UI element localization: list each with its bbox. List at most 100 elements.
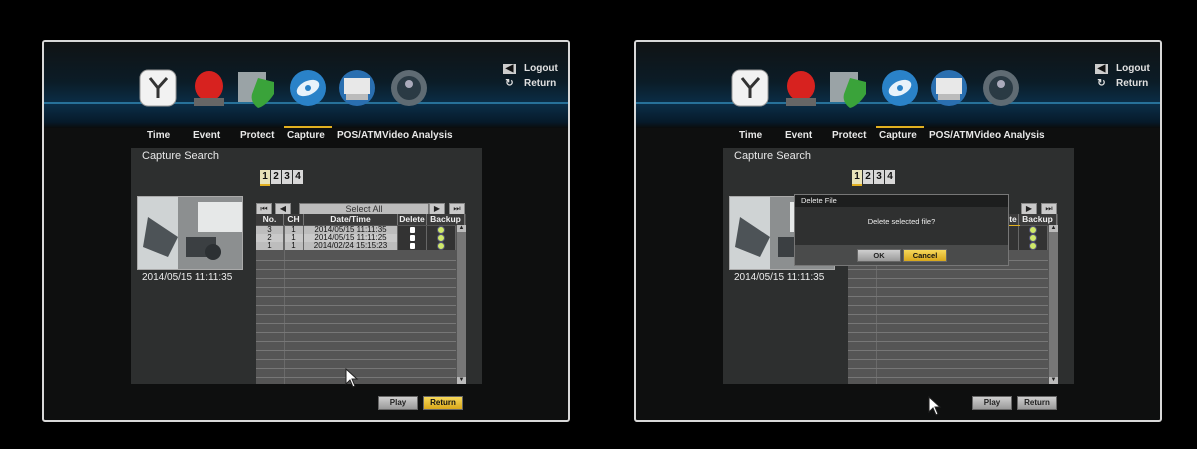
atm-icon (339, 70, 375, 106)
table-scrollbar[interactable]: ▲ ▼ (1048, 225, 1058, 384)
capture-search-panel: Capture Search 1 2 3 4 2014/05/15 11:11:… (131, 148, 482, 384)
active-tab-underline (876, 126, 924, 128)
return-label: Return (524, 78, 557, 89)
logout-label: Logout (1116, 63, 1150, 74)
menu-capture[interactable] (287, 68, 329, 108)
menu-video-analysis[interactable] (388, 68, 430, 108)
page-title: Capture Search (142, 150, 220, 162)
channel-tab-3[interactable]: 3 (874, 170, 884, 184)
backup-cell[interactable] (427, 226, 456, 234)
siren-icon (194, 71, 224, 106)
channel-tab-2[interactable]: 2 (271, 170, 281, 184)
capture-thumbnail (137, 196, 243, 270)
backup-cell[interactable] (1019, 226, 1048, 234)
channel-tab-3[interactable]: 3 (282, 170, 292, 184)
return-link[interactable]: ↻ Return (1095, 78, 1148, 89)
logout-icon: ◀ (503, 63, 516, 74)
trash-icon (409, 234, 415, 241)
dvr-window-left: Time Event Protect Capture POS/ATM Video… (42, 40, 570, 422)
clock-icon (731, 69, 769, 107)
backup-icon (437, 242, 445, 250)
active-tab-underline (284, 126, 332, 128)
table-row[interactable]: 1 1 2014/02/24 15:15:23 (256, 242, 456, 250)
cell-ch: 1 (284, 242, 304, 250)
menu-label-posatm: POS/ATM (929, 130, 974, 141)
menu-posatm[interactable] (928, 68, 970, 108)
dialog-title: Delete File (795, 195, 1008, 207)
delete-file-dialog: Delete File Delete selected file? OK Can… (794, 194, 1009, 266)
channel-tab-4[interactable]: 4 (885, 170, 895, 184)
mouse-cursor-icon (345, 368, 359, 388)
menu-label-capture: Capture (287, 130, 325, 141)
menu-posatm[interactable] (336, 68, 378, 108)
page-title: Capture Search (734, 150, 812, 162)
menu-protect[interactable] (828, 68, 870, 108)
delete-cell[interactable] (398, 234, 427, 242)
channel-tab-2[interactable]: 2 (863, 170, 873, 184)
backup-cell[interactable] (427, 242, 456, 250)
menu-label-time: Time (147, 130, 171, 141)
menu-event[interactable] (780, 68, 822, 108)
shield-icon (238, 72, 274, 108)
menu-protect[interactable] (236, 68, 278, 108)
scroll-up-icon[interactable]: ▲ (1049, 225, 1058, 232)
disc-icon (290, 70, 326, 106)
return-button[interactable]: Return (1017, 396, 1057, 410)
menu-time[interactable] (729, 68, 771, 108)
ok-button[interactable]: OK (857, 249, 901, 262)
play-button[interactable]: Play (972, 396, 1012, 410)
menu-label-event: Event (785, 130, 813, 141)
logout-link[interactable]: ◀ Logout (503, 63, 558, 74)
backup-icon (1029, 234, 1037, 242)
menu-label-protect: Protect (240, 130, 275, 141)
backup-cell[interactable] (1019, 234, 1048, 242)
delete-cell[interactable] (398, 242, 427, 250)
thumbnail-timestamp: 2014/05/15 11:11:35 (142, 272, 233, 283)
siren-icon (786, 71, 816, 106)
backup-cell[interactable] (1019, 242, 1048, 250)
menu-label-video-analysis: Video Analysis (382, 130, 453, 141)
channel-tab-1[interactable]: 1 (260, 170, 270, 186)
return-label: Return (1116, 78, 1149, 89)
table-scrollbar[interactable]: ▲ ▼ (456, 225, 466, 384)
return-link[interactable]: ↻ Return (503, 78, 556, 89)
menu-video-analysis[interactable] (980, 68, 1022, 108)
menu-label-posatm: POS/ATM (337, 130, 382, 141)
clock-icon (139, 69, 177, 107)
channel-tab-1[interactable]: 1 (852, 170, 862, 186)
scroll-down-icon[interactable]: ▼ (457, 377, 466, 384)
col-backup: Backup (1019, 214, 1057, 225)
channel-tab-4[interactable]: 4 (293, 170, 303, 184)
shield-icon (830, 72, 866, 108)
col-backup: Backup (427, 214, 465, 225)
scroll-up-icon[interactable]: ▲ (457, 225, 466, 232)
menu-event[interactable] (188, 68, 230, 108)
logout-icon: ◀ (1095, 63, 1108, 74)
backup-icon (1029, 242, 1037, 250)
scroll-down-icon[interactable]: ▼ (1049, 377, 1058, 384)
col-datetime: Date/Time (304, 214, 398, 225)
col-delete: Delete (398, 214, 427, 225)
col-no: No. (256, 214, 284, 225)
backup-cell[interactable] (427, 234, 456, 242)
trash-icon (409, 226, 415, 233)
thumbnail-timestamp: 2014/05/15 11:11:35 (734, 272, 825, 283)
dialog-message: Delete selected file? (867, 217, 936, 226)
return-button[interactable]: Return (423, 396, 463, 410)
menu-label-time: Time (739, 130, 763, 141)
disc-icon (882, 70, 918, 106)
logout-link[interactable]: ◀ Logout (1095, 63, 1150, 74)
channel-tabs: 1 2 3 4 (260, 170, 304, 186)
analysis-icon (983, 70, 1019, 106)
channel-tabs: 1 2 3 4 (852, 170, 896, 186)
menu-time[interactable] (137, 68, 179, 108)
col-ch: CH (284, 214, 304, 225)
cancel-button[interactable]: Cancel (903, 249, 947, 262)
delete-cell[interactable] (398, 226, 427, 234)
dvr-window-right: Time Event Protect Capture POS/ATM Video… (634, 40, 1162, 422)
menu-capture[interactable] (879, 68, 921, 108)
dialog-button-bar: OK Cancel (795, 245, 1008, 265)
play-button[interactable]: Play (378, 396, 418, 410)
refresh-icon: ↻ (505, 78, 514, 89)
analysis-icon (391, 70, 427, 106)
